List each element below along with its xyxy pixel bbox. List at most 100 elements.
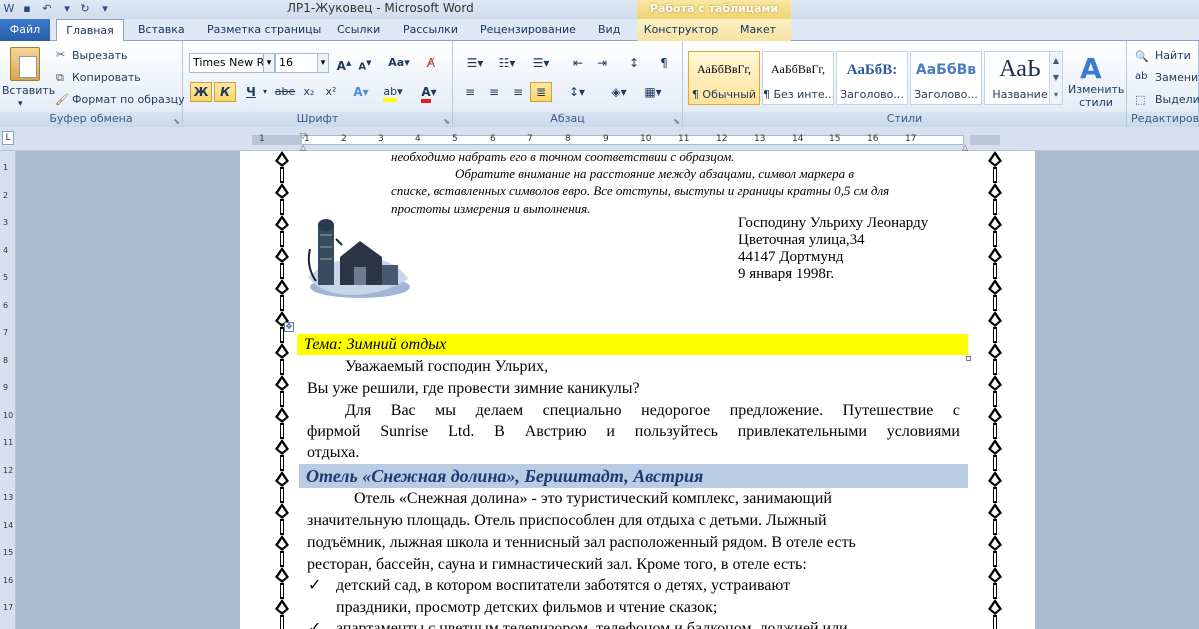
- superscript-button[interactable]: x²: [321, 82, 341, 102]
- word-logo-icon[interactable]: W: [2, 2, 16, 16]
- multilevel-list-icon[interactable]: ☰▾: [527, 53, 555, 73]
- style-name: Название: [992, 88, 1048, 101]
- show-marks-icon[interactable]: ¶: [653, 53, 675, 73]
- customize-qat-icon[interactable]: ▾: [98, 2, 112, 16]
- font-family-dropdown-icon[interactable]: ▾: [263, 53, 275, 73]
- align-right-icon[interactable]: ≡: [507, 82, 529, 102]
- decrease-indent-icon[interactable]: ⇤: [567, 53, 589, 73]
- clear-formatting-icon[interactable]: A̸: [421, 53, 441, 73]
- window-title: ЛР1-Жуковец - Microsoft Word: [287, 1, 474, 15]
- font-dialog-launcher-icon[interactable]: ⬊: [443, 117, 450, 126]
- redo-icon[interactable]: ↻: [78, 2, 92, 16]
- vruler-label: 13: [3, 493, 14, 502]
- tab-design[interactable]: Конструктор: [637, 19, 725, 41]
- ruler-label: 6: [490, 134, 496, 144]
- line-spacing-icon[interactable]: ↕▾: [563, 82, 591, 102]
- vruler-label: 9: [3, 383, 9, 392]
- font-color-icon[interactable]: A▾: [417, 82, 441, 103]
- italic-button[interactable]: К: [214, 82, 236, 102]
- change-case-icon[interactable]: Aa▾: [386, 53, 412, 73]
- select-icon[interactable]: ⬚: [1135, 93, 1145, 106]
- tab-home[interactable]: Главная: [56, 19, 124, 42]
- style-name: ¶ Без инте...: [763, 88, 833, 101]
- shading-icon[interactable]: ◈▾: [605, 82, 633, 102]
- tab-review[interactable]: Рецензирование: [474, 19, 582, 41]
- undo-icon[interactable]: ↶: [40, 2, 54, 16]
- offer-line: отдыха.: [307, 444, 360, 461]
- subscript-button[interactable]: x₂: [299, 82, 319, 102]
- underline-dropdown-icon[interactable]: ▾: [260, 82, 270, 102]
- save-icon[interactable]: ▪: [20, 2, 34, 16]
- dialog-launcher-icon[interactable]: ⬊: [173, 117, 180, 126]
- cut-button[interactable]: Вырезать: [72, 49, 127, 62]
- borders-icon[interactable]: ▦▾: [639, 82, 667, 102]
- style-title[interactable]: АаЬ Название: [984, 51, 1056, 105]
- vruler-label: 6: [3, 300, 9, 310]
- ruler-label: 15: [829, 134, 841, 144]
- tab-view[interactable]: Вид: [592, 19, 626, 41]
- align-left-icon[interactable]: ≡: [459, 82, 481, 102]
- numbering-icon[interactable]: ☷▾: [493, 53, 521, 73]
- replace-icon[interactable]: ab: [1135, 71, 1147, 82]
- paragraph-dialog-launcher-icon[interactable]: ⬊: [673, 117, 680, 126]
- dropdown-icon[interactable]: ▾: [60, 2, 74, 16]
- font-size-dropdown-icon[interactable]: ▾: [317, 53, 329, 73]
- bold-button[interactable]: Ж: [190, 82, 212, 102]
- underline-button[interactable]: Ч: [240, 82, 262, 102]
- address-line: Цветочная улица,34: [738, 232, 865, 248]
- justify-icon[interactable]: ≣: [530, 82, 552, 102]
- vruler-label: 7: [3, 328, 9, 337]
- address-line: Господину Ульриху Леонарду: [738, 215, 929, 231]
- hotel-line: значительную площадь. Отель приспособлен…: [307, 512, 827, 529]
- change-styles-button[interactable]: Изменить стили: [1068, 83, 1124, 109]
- ruler-label: 16: [867, 134, 879, 144]
- grow-font-icon[interactable]: A▲: [334, 53, 354, 73]
- tab-insert[interactable]: Вставка: [132, 19, 191, 41]
- align-center-icon[interactable]: ≡: [483, 82, 505, 102]
- format-painter-icon[interactable]: 🖌: [55, 93, 69, 106]
- vruler-label: 15: [3, 548, 14, 557]
- highlight-icon[interactable]: ab▾: [379, 82, 407, 102]
- tab-page-layout[interactable]: Разметка страницы: [201, 19, 327, 41]
- copy-icon[interactable]: ⧉: [56, 71, 64, 85]
- select-button[interactable]: Выделит: [1155, 93, 1199, 106]
- offer-line: Для Вас мы делаем специально недорогое п…: [345, 402, 960, 419]
- shrink-font-icon[interactable]: A▼: [355, 53, 375, 73]
- ruler-label: 3: [378, 134, 384, 144]
- tab-file[interactable]: Файл: [0, 19, 50, 41]
- replace-button[interactable]: Заменит: [1155, 71, 1199, 84]
- format-painter-button[interactable]: Формат по образцу: [72, 93, 185, 106]
- ruler-label: 17: [905, 134, 917, 144]
- document-page[interactable]: необходимо набрать его в точном соответс…: [240, 151, 1035, 629]
- paste-button[interactable]: Вставить: [2, 84, 55, 97]
- ruler-label: 8: [565, 134, 571, 144]
- farm-clipart-image[interactable]: [302, 215, 412, 299]
- copy-button[interactable]: Копировать: [72, 71, 141, 84]
- tab-layout[interactable]: Макет: [725, 19, 791, 41]
- sort-icon[interactable]: ↕: [623, 53, 645, 73]
- first-line-indent-icon[interactable]: ▽: [300, 131, 306, 140]
- change-styles-icon[interactable]: A: [1080, 52, 1102, 85]
- cut-icon[interactable]: ✂: [56, 48, 65, 61]
- strikethrough-button[interactable]: abe: [273, 82, 297, 102]
- find-button[interactable]: Найти: [1155, 49, 1191, 62]
- tab-mailings[interactable]: Рассылки: [397, 19, 464, 41]
- table-move-handle-icon[interactable]: ✥: [284, 322, 294, 332]
- title-bar: [0, 0, 1199, 19]
- find-icon[interactable]: 🔍: [1135, 50, 1149, 63]
- style-heading2[interactable]: АаБбВв Заголово...: [910, 51, 982, 105]
- paste-icon[interactable]: [10, 47, 40, 81]
- text-effects-icon[interactable]: A▾: [349, 82, 373, 102]
- style-normal[interactable]: АаБбВвГг, ¶ Обычный: [688, 51, 760, 105]
- styles-scroll[interactable]: ▲ ▼ ▾: [1049, 51, 1063, 105]
- paste-dropdown-icon[interactable]: ▾: [18, 99, 23, 109]
- style-heading1[interactable]: АаБбВ: Заголово...: [836, 51, 908, 105]
- style-no-spacing[interactable]: АаБбВвГг, ¶ Без инте...: [762, 51, 834, 105]
- paragraph-group-label: Абзац: [453, 112, 682, 127]
- note-line3: простоты измерения и выполнения.: [391, 201, 591, 216]
- tab-references[interactable]: Ссылки: [331, 19, 386, 41]
- bullets-icon[interactable]: ☰▾: [461, 53, 489, 73]
- table-resize-handle[interactable]: [966, 356, 971, 361]
- increase-indent-icon[interactable]: ⇥: [591, 53, 613, 73]
- ruler-label: 4: [415, 134, 421, 144]
